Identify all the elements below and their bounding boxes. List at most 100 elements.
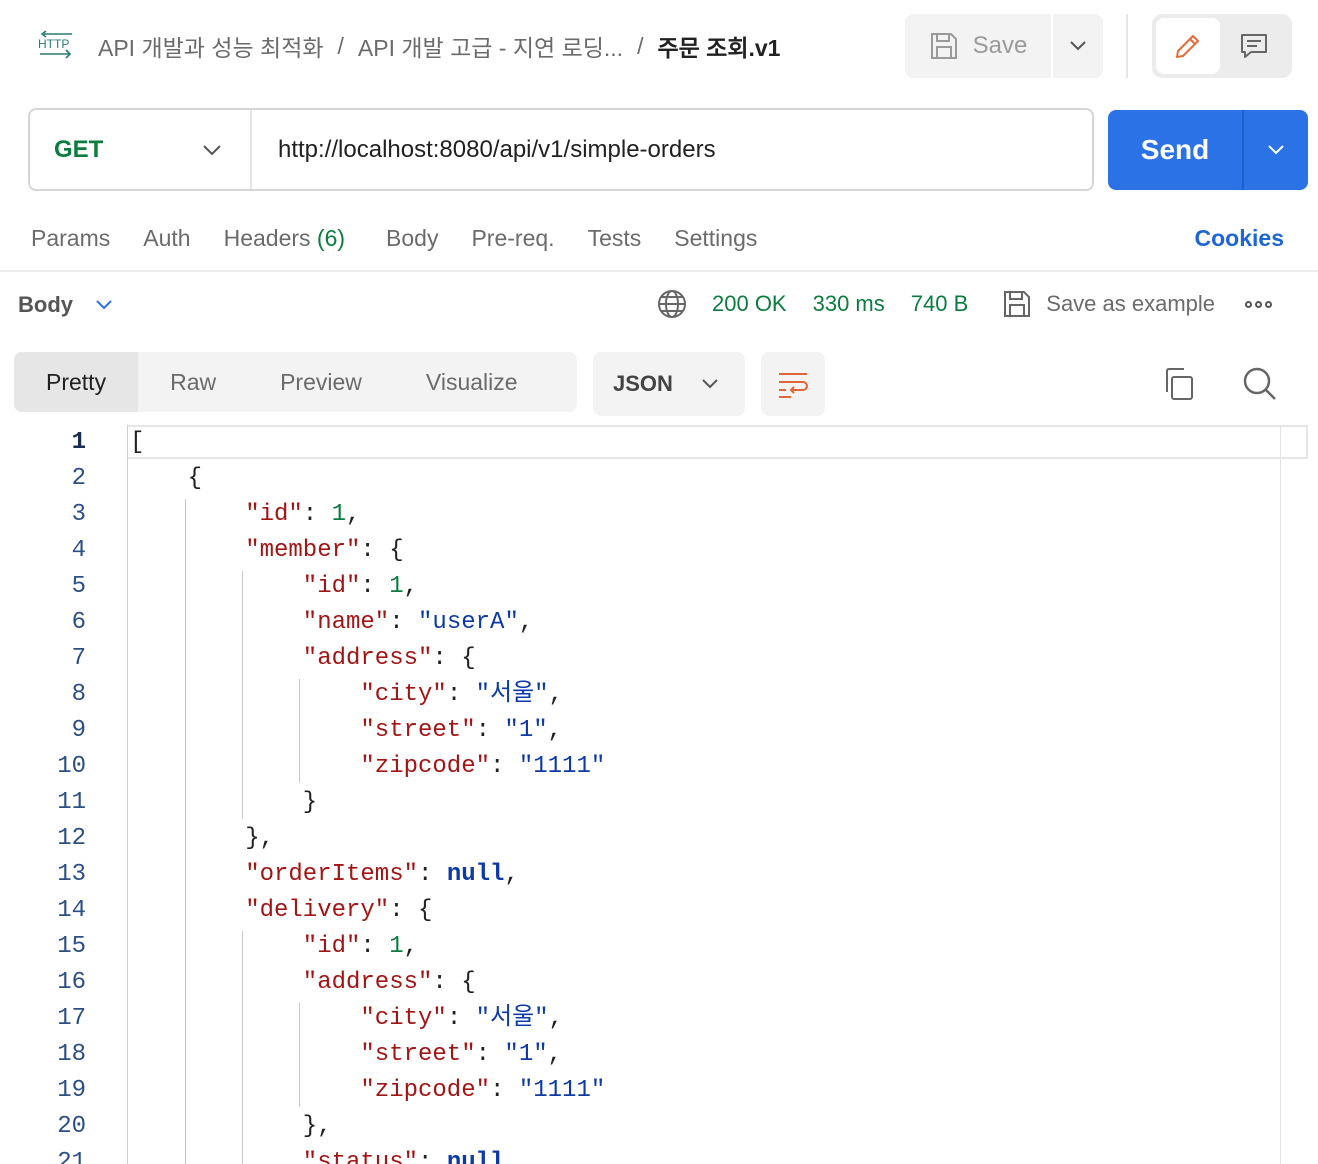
indent-guide [242,571,243,819]
pencil-icon [1176,35,1199,58]
cookies-link[interactable]: Cookies [1195,220,1284,256]
line-number: 11 [57,789,86,816]
tab-auth[interactable]: Auth [143,225,190,252]
word-wrap-button[interactable] [761,352,825,416]
divider [1126,14,1128,78]
save-button[interactable]: Save [905,14,1051,78]
copy-icon[interactable] [1162,366,1196,402]
code-text: "id": 1, [303,929,418,965]
code-line: 12}, [0,821,1318,857]
request-title[interactable]: 주문 조회.v1 [657,29,780,63]
json-response-viewer[interactable]: 1[2{3 "id": 1, 4 "member": {5 "id": 1, 6 "name… [0,425,1318,1164]
top-bar: HTTP API 개발과 성능 최적화 / API 개발 고급 - 지연 로딩.… [0,0,1318,92]
code-text: "zipcode": "1111" [360,749,605,785]
indent-guide [299,1003,300,1107]
code-text: "status": null [303,1145,505,1164]
mode-toggle [1152,14,1292,78]
format-select[interactable]: JSON [593,352,745,416]
response-time[interactable]: 330 ms [813,291,885,317]
url-input[interactable] [252,110,1092,189]
save-as-example-button[interactable]: Save as example [1002,289,1215,319]
json-key: "city" [360,681,447,708]
comment-icon [1241,34,1267,58]
code-text: "delivery": { [245,893,432,929]
save-options-button[interactable] [1053,14,1103,78]
tab-visualize[interactable]: Visualize [394,352,550,412]
tab-raw[interactable]: Raw [138,352,248,412]
code-line: 10 "zipcode": "1111" [0,749,1318,785]
line-number: 16 [57,969,86,996]
code-text: "city": "서울", [360,677,563,713]
globe-icon[interactable] [656,288,688,320]
json-punctuation: , [504,861,519,888]
line-number: 6 [71,609,86,636]
save-button-group: Save [905,14,1103,78]
tab-settings[interactable]: Settings [674,225,757,252]
tab-tests[interactable]: Tests [588,225,642,252]
tab-headers-label: Headers [223,224,311,251]
status-code[interactable]: 200 OK [712,291,787,317]
tab-pretty[interactable]: Pretty [14,352,139,412]
json-string: "1" [504,1041,548,1068]
code-line: 8 "city": "서울", [0,677,1318,713]
breadcrumb-folder[interactable]: API 개발 고급 - 지연 로딩... [358,29,623,63]
response-size[interactable]: 740 B [911,291,969,317]
json-punctuation: , [403,573,419,600]
line-number: 4 [71,537,86,564]
json-key: "id" [302,573,361,600]
http-icon: HTTP [38,30,72,59]
json-punctuation: : [490,1077,519,1104]
json-number: 1 [389,573,404,600]
line-number: 9 [71,717,86,744]
code-line: 16 "address": { [0,965,1318,1001]
json-punctuation: : [389,609,419,636]
json-key: "orderItems" [245,861,419,888]
response-body-select[interactable]: Body [18,288,113,322]
send-options-button[interactable] [1242,110,1308,190]
tab-body[interactable]: Body [386,225,438,252]
code-line: 13 "orderItems": null, [0,857,1318,893]
json-string: "userA" [418,609,519,636]
json-key: "address" [302,969,433,996]
code-text: } [303,785,317,821]
more-options-icon[interactable] [1245,300,1273,308]
code-line: 4 "member": { [0,533,1318,569]
code-text: }, [245,821,274,857]
send-button[interactable]: Send [1108,110,1242,190]
tab-params[interactable]: Params [31,225,110,252]
indent-guide [242,931,243,1164]
json-punctuation: , [346,501,361,528]
floppy-disk-icon [1004,291,1031,317]
json-key: "member" [245,537,361,564]
line-number: 5 [71,573,86,600]
edit-mode-button[interactable] [1156,18,1220,74]
response-view-tabs: Pretty Raw Preview Visualize [14,352,577,412]
wrap-lines-icon [779,373,808,398]
comments-mode-button[interactable] [1222,18,1286,74]
code-line: 3 "id": 1, [0,497,1318,533]
json-punctuation: : { [389,897,433,924]
json-punctuation: }, [245,825,274,852]
json-number: 1 [389,933,404,960]
breadcrumb-separator: / [637,32,644,59]
code-text: "street": "1", [360,1037,562,1073]
response-section-label: Body [18,292,73,317]
tab-preview[interactable]: Preview [248,352,394,412]
save-example-label: Save as example [1046,291,1216,316]
code-text: [ [130,425,144,461]
code-line: 21 "status": null [0,1145,1318,1164]
chevron-down-icon [702,379,718,389]
tab-prereq[interactable]: Pre-req. [471,225,554,252]
search-icon[interactable] [1240,364,1278,402]
json-key: "address" [302,645,433,672]
json-punctuation: } [302,789,318,816]
code-line: 18 "street": "1", [0,1037,1318,1073]
breadcrumb-collection[interactable]: API 개발과 성능 최적화 [98,29,324,63]
code-line: 7 "address": { [0,641,1318,677]
code-line: 11} [0,785,1318,821]
code-line: 1[ [0,425,1318,461]
json-punctuation: : [418,1149,447,1164]
json-key: "zipcode" [360,1077,491,1104]
method-select[interactable]: GET [30,110,252,189]
tab-headers[interactable]: Headers (6) [224,225,345,252]
